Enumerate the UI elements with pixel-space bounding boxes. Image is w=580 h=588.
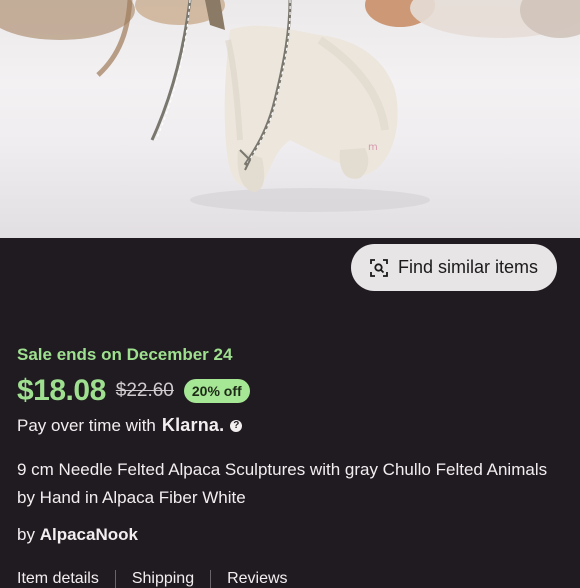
find-similar-label: Find similar items [397, 257, 539, 277]
tab-item-details[interactable]: Item details [17, 570, 115, 588]
current-price: $18.08 [17, 374, 106, 407]
tab-reviews[interactable]: Reviews [227, 570, 303, 588]
tab-divider [114, 570, 116, 588]
product-image[interactable]: m [0, 0, 580, 238]
klarna-row[interactable]: Pay over time with Klarna. ? [17, 415, 243, 436]
image-search-icon [370, 258, 388, 277]
alpaca-photo-illustration: m [0, 0, 580, 212]
seller-prefix: by [17, 525, 35, 544]
seller-line[interactable]: by AlpacaNook [17, 525, 138, 545]
tab-shipping[interactable]: Shipping [132, 570, 210, 588]
info-tabs: Item details Shipping Reviews [17, 570, 304, 588]
tab-divider [210, 570, 212, 588]
help-icon[interactable]: ? [230, 419, 243, 432]
listing-title: 9 cm Needle Felted Alpaca Sculptures wit… [17, 460, 548, 507]
find-similar-button[interactable]: Find similar items [351, 244, 557, 291]
pay-over-time-text: Pay over time with [17, 415, 156, 435]
original-price: $22.60 [115, 380, 174, 401]
klarna-logo: Klarna. [161, 415, 225, 435]
sale-end-text: Sale ends on December 24 [17, 345, 233, 364]
svg-text:m: m [368, 142, 378, 153]
discount-badge: 20% off [183, 379, 250, 403]
price-row: $18.08 $22.60 20% off [17, 374, 250, 408]
seller-name[interactable]: AlpacaNook [40, 525, 138, 544]
